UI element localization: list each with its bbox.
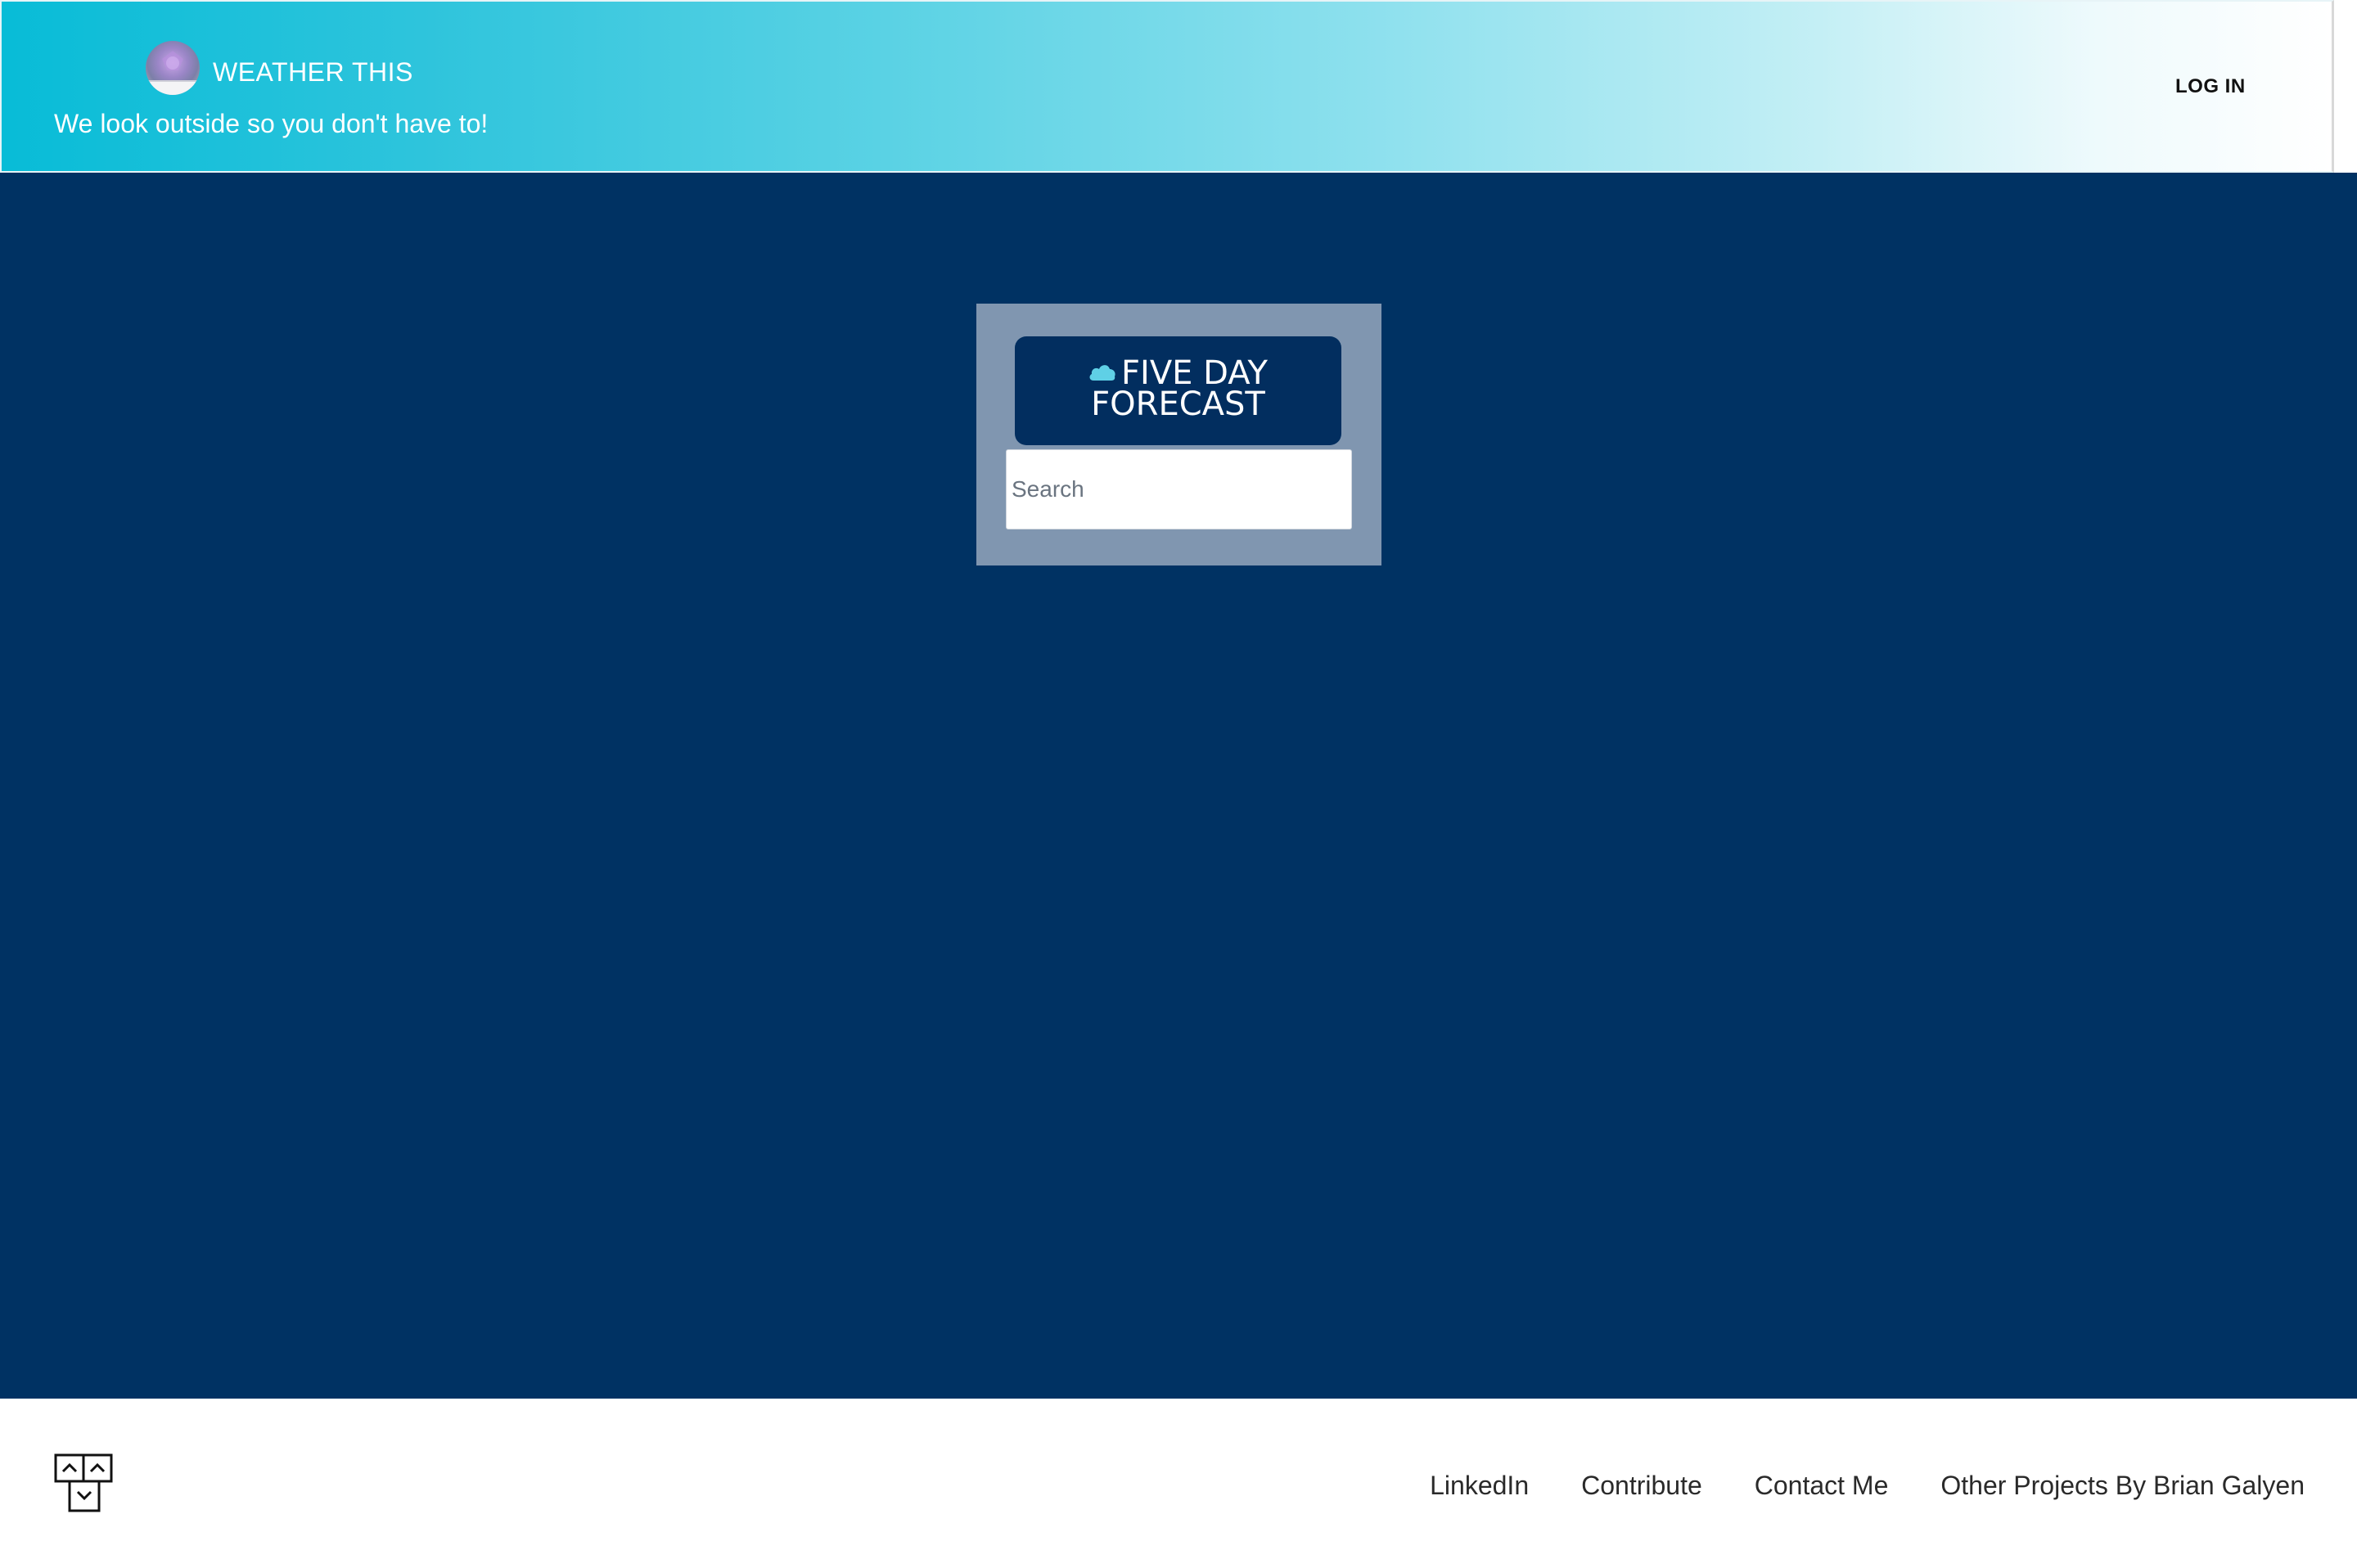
boxes-logo-icon[interactable] [54, 1453, 115, 1514]
search-input[interactable] [1006, 449, 1352, 529]
site-header: WEATHER THIS We look outside so you don'… [0, 0, 2334, 173]
cloud-icon [1089, 365, 1115, 381]
forecast-card: FIVE DAY FORECAST [976, 304, 1381, 565]
main-content: FIVE DAY FORECAST [0, 173, 2357, 1399]
footer-link-linkedin[interactable]: LinkedIn [1430, 1471, 1529, 1501]
footer-link-contribute[interactable]: Contribute [1581, 1471, 1702, 1501]
site-footer: LinkedIn Contribute Contact Me Other Pro… [0, 1399, 2357, 1568]
footer-nav: LinkedIn Contribute Contact Me Other Pro… [1430, 1471, 2305, 1501]
brand[interactable]: WEATHER THIS [146, 41, 413, 95]
tagline: We look outside so you don't have to! [54, 109, 489, 138]
login-button[interactable]: LOG IN [2175, 75, 2246, 98]
forecast-title-line2: FORECAST [1091, 385, 1265, 423]
weather-logo-icon [146, 41, 200, 95]
footer-link-other-projects[interactable]: Other Projects By Brian Galyen [1940, 1471, 2305, 1501]
brand-name: WEATHER THIS [213, 56, 413, 87]
footer-link-contact-me[interactable]: Contact Me [1755, 1471, 1889, 1501]
forecast-title: FIVE DAY FORECAST [1015, 336, 1341, 445]
